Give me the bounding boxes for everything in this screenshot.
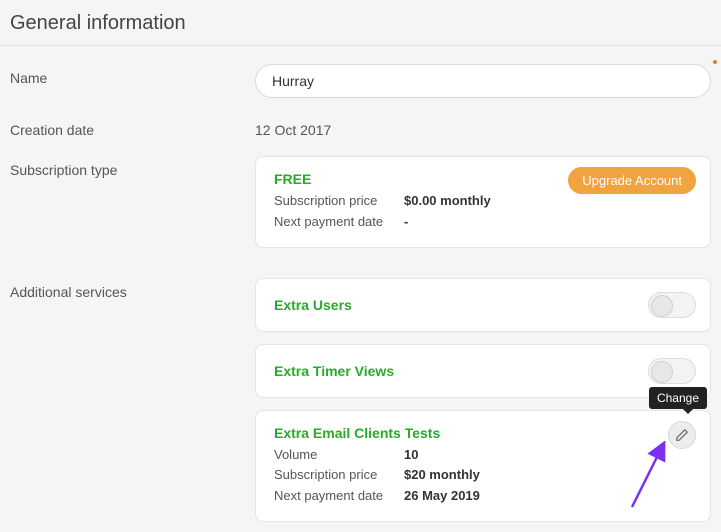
page-title: General information	[0, 0, 721, 46]
subscription-price-label: Subscription price	[274, 191, 404, 212]
row-name: Name	[10, 64, 711, 98]
extra-users-toggle[interactable]	[648, 292, 696, 318]
subscription-card: Upgrade Account FREE Subscription price …	[255, 156, 711, 248]
label-name: Name	[10, 64, 255, 86]
extra-users-card: Extra Users	[255, 278, 711, 332]
name-input[interactable]	[255, 64, 711, 98]
extra-email-card: Change Extra Email Clients Tests Volume …	[255, 410, 711, 522]
subscription-next-label: Next payment date	[274, 212, 404, 233]
extra-timer-toggle[interactable]	[648, 358, 696, 384]
label-additional-services: Additional services	[10, 278, 255, 300]
extra-users-title: Extra Users	[274, 297, 692, 313]
row-subscription-type: Subscription type Upgrade Account FREE S…	[10, 156, 711, 260]
extra-timer-title: Extra Timer Views	[274, 363, 692, 379]
label-subscription-type: Subscription type	[10, 156, 255, 178]
upgrade-account-button[interactable]: Upgrade Account	[568, 167, 696, 194]
required-indicator-icon	[713, 60, 717, 64]
change-tooltip: Change	[649, 387, 707, 409]
extra-email-price-value: $20 monthly	[404, 465, 480, 486]
extra-email-next-value: 26 May 2019	[404, 486, 480, 507]
extra-email-title: Extra Email Clients Tests	[274, 425, 692, 441]
pencil-icon	[675, 428, 689, 442]
extra-email-volume-label: Volume	[274, 445, 404, 466]
extra-email-next-label: Next payment date	[274, 486, 404, 507]
extra-email-volume-value: 10	[404, 445, 418, 466]
creation-date-value: 12 Oct 2017	[255, 116, 711, 138]
row-creation-date: Creation date 12 Oct 2017	[10, 116, 711, 138]
extra-email-price-label: Subscription price	[274, 465, 404, 486]
subscription-price-value: $0.00 monthly	[404, 191, 491, 212]
row-additional-services: Additional services Extra Users Extra Ti…	[10, 278, 711, 522]
content-area: Name Creation date 12 Oct 2017 Subscript…	[0, 46, 721, 532]
label-creation-date: Creation date	[10, 116, 255, 138]
subscription-next-value: -	[404, 212, 408, 233]
edit-extra-email-button[interactable]	[668, 421, 696, 449]
extra-timer-card: Extra Timer Views	[255, 344, 711, 398]
